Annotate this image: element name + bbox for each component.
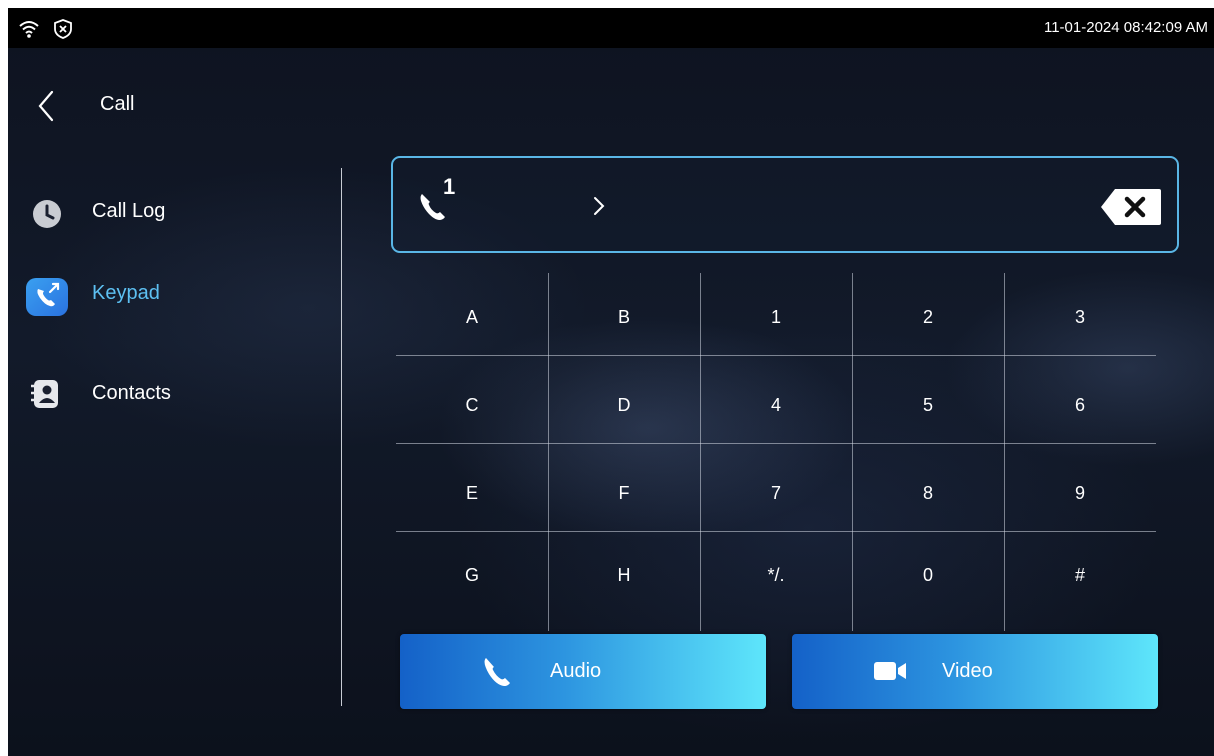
page-title: Call — [100, 93, 135, 115]
key-f[interactable]: F — [548, 449, 700, 537]
key-c[interactable]: C — [396, 361, 548, 449]
wifi-icon — [19, 21, 39, 38]
key-d[interactable]: D — [548, 361, 700, 449]
dial-pad-phone-icon — [26, 278, 68, 316]
key-g[interactable]: G — [396, 531, 548, 619]
phone-icon — [484, 658, 510, 686]
sidebar-item-keypad[interactable]: Keypad — [22, 266, 322, 316]
key-2[interactable]: 2 — [852, 273, 1004, 361]
line-number: 1 — [443, 174, 456, 199]
audio-call-button[interactable]: Audio — [400, 634, 766, 709]
key-3[interactable]: 3 — [1004, 273, 1156, 361]
backspace-icon[interactable] — [1099, 185, 1163, 229]
video-call-label: Video — [942, 660, 993, 682]
keypad-grid: A B 1 2 3 C D 4 5 6 E F 7 8 9 G H */. 0 … — [396, 273, 1156, 631]
key-e[interactable]: E — [396, 449, 548, 537]
key-5[interactable]: 5 — [852, 361, 1004, 449]
key-8[interactable]: 8 — [852, 449, 1004, 537]
key-7[interactable]: 7 — [700, 449, 852, 537]
status-bar: 11-01-2024 08:42:09 AM — [8, 8, 1214, 48]
sidebar-divider — [341, 168, 342, 706]
shield-x-icon — [54, 19, 72, 39]
chevron-left-icon — [38, 90, 54, 122]
key-4[interactable]: 4 — [700, 361, 852, 449]
audio-call-label: Audio — [550, 660, 602, 682]
chevron-right-icon[interactable] — [591, 194, 607, 218]
video-call-button[interactable]: Video — [792, 634, 1158, 709]
key-h[interactable]: H — [548, 531, 700, 619]
dial-number-field[interactable]: 1 — [391, 156, 1179, 253]
key-1[interactable]: 1 — [700, 273, 852, 361]
screen: 11-01-2024 08:42:09 AM Call Call Log Key… — [8, 8, 1214, 756]
key-9[interactable]: 9 — [1004, 449, 1156, 537]
key-b[interactable]: B — [548, 273, 700, 361]
key-0[interactable]: 0 — [852, 531, 1004, 619]
clock-icon — [33, 200, 61, 228]
sidebar-item-label: Call Log — [92, 200, 166, 222]
sidebar-item-call-log[interactable]: Call Log — [22, 184, 322, 232]
sidebar-item-label: Contacts — [92, 382, 171, 404]
key-a[interactable]: A — [396, 273, 548, 361]
video-camera-icon — [874, 662, 906, 680]
key-hash[interactable]: # — [1004, 531, 1156, 619]
key-6[interactable]: 6 — [1004, 361, 1156, 449]
sidebar-item-label: Keypad — [92, 282, 160, 304]
contacts-book-icon — [31, 380, 58, 408]
status-datetime: 11-01-2024 08:42:09 AM — [1043, 19, 1208, 36]
sidebar-item-contacts[interactable]: Contacts — [22, 366, 322, 414]
back-button[interactable] — [32, 88, 62, 124]
key-star-dot[interactable]: */. — [700, 531, 852, 619]
